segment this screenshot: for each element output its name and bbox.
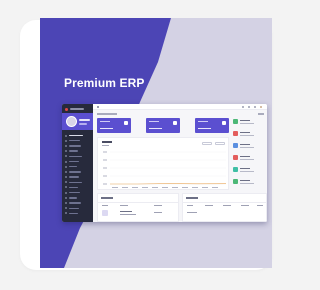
mock-chart-panel	[97, 137, 229, 190]
user-icon	[260, 106, 262, 108]
mock-recent-table	[97, 193, 179, 222]
mock-activity-item	[233, 166, 263, 175]
mock-activity-item	[233, 142, 263, 151]
mock-sidebar-nav	[65, 133, 91, 216]
mock-nav-item	[65, 211, 91, 216]
mock-avatar	[66, 116, 77, 127]
settings-icon	[254, 106, 256, 108]
mock-profile-role	[79, 123, 87, 125]
mock-activity-item	[233, 178, 263, 187]
mock-breadcrumb-right	[258, 113, 264, 115]
erp-dashboard-screenshot	[62, 104, 267, 222]
mock-breadcrumb	[97, 113, 117, 115]
mock-activity-item	[233, 154, 263, 163]
bell-icon	[248, 106, 250, 108]
mock-brand-logo	[65, 107, 90, 111]
mock-orders-table	[182, 193, 267, 222]
menu-icon	[97, 106, 99, 108]
product-banner[interactable]: Premium ERP	[40, 18, 272, 268]
product-title: Premium ERP	[64, 76, 145, 90]
mock-profile-name	[79, 119, 90, 121]
mock-topbar	[93, 104, 267, 110]
search-icon	[242, 106, 244, 108]
mock-activity-item	[233, 130, 263, 139]
mock-item-thumbnail	[102, 210, 108, 216]
mock-kpi-card	[146, 118, 180, 133]
mock-kpi-card	[97, 118, 131, 133]
mock-kpi-card	[195, 118, 229, 133]
mock-activity-item	[233, 118, 263, 127]
mock-line-chart	[103, 151, 227, 188]
